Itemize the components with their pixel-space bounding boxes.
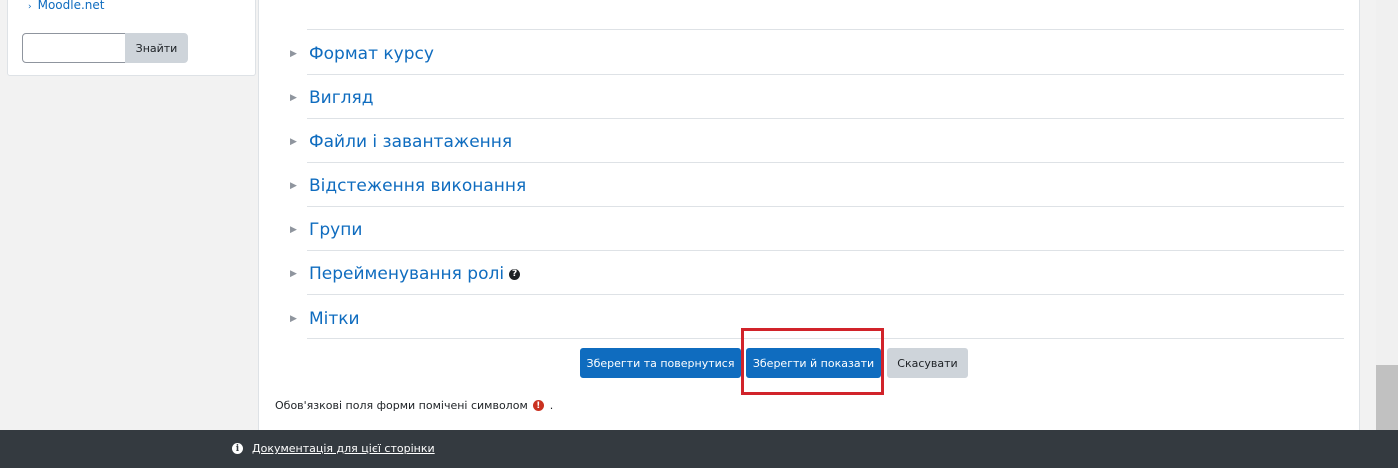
required-note-text: Обов'язкові поля форми помічені символом [275, 399, 528, 412]
section-divider [307, 118, 1344, 119]
save-and-return-button[interactable]: Зберегти та повернутися [580, 348, 741, 378]
footer-doc-link-label: Документація для цієї сторінки [252, 442, 435, 455]
caret-right-icon: ▶ [290, 314, 297, 324]
section-label: Групи [309, 220, 363, 240]
section-label: Файли і завантаження [309, 132, 513, 152]
search-button[interactable]: Знайти [125, 33, 188, 63]
caret-right-icon: ▶ [290, 269, 297, 279]
section-label: Формат курсу [309, 44, 434, 64]
section-divider [307, 162, 1344, 163]
caret-right-icon: ▶ [290, 49, 297, 59]
help-icon[interactable]: ? [509, 268, 521, 280]
cancel-button[interactable]: Скасувати [887, 348, 968, 378]
section-divider [307, 206, 1344, 207]
footer-doc-link[interactable]: i Документація для цієї сторінки [232, 442, 435, 455]
section-groups[interactable]: ▶ Групи [290, 218, 362, 242]
section-tags[interactable]: ▶ Мітки [290, 307, 360, 331]
sidebar-link-label: Moodle.net [37, 0, 105, 10]
required-note-end: . [549, 399, 554, 412]
section-completion-tracking[interactable]: ▶ Відстеження виконання [290, 174, 526, 198]
caret-right-icon: ▶ [290, 137, 297, 147]
caret-right-icon: ▶ [290, 225, 297, 235]
search-input[interactable] [22, 33, 126, 63]
page-footer [0, 430, 1398, 468]
section-divider [307, 294, 1344, 295]
section-label: Вигляд [309, 88, 374, 108]
caret-right-icon: ▶ [290, 181, 297, 191]
sidebar-link-moodlenet[interactable]: › Moodle.net [28, 0, 105, 10]
required-icon: ! [532, 400, 544, 411]
section-divider [307, 29, 1344, 30]
section-divider [307, 74, 1344, 75]
section-label: Перейменування ролі [309, 264, 505, 284]
section-course-format[interactable]: ▶ Формат курсу [290, 42, 434, 66]
section-files-uploads[interactable]: ▶ Файли і завантаження [290, 130, 512, 154]
info-icon: i [232, 443, 243, 454]
scrollbar-thumb[interactable] [1376, 365, 1398, 430]
required-fields-note: Обов'язкові поля форми помічені символом… [275, 399, 553, 412]
section-divider [307, 250, 1344, 251]
chevron-right-icon: › [28, 2, 32, 10]
section-label: Мітки [309, 309, 360, 329]
section-label: Відстеження виконання [309, 176, 527, 196]
section-appearance[interactable]: ▶ Вигляд [290, 86, 374, 110]
highlight-annotation-box [741, 328, 884, 395]
section-role-renaming[interactable]: ▶ Перейменування ролі? [290, 262, 521, 286]
caret-right-icon: ▶ [290, 93, 297, 103]
